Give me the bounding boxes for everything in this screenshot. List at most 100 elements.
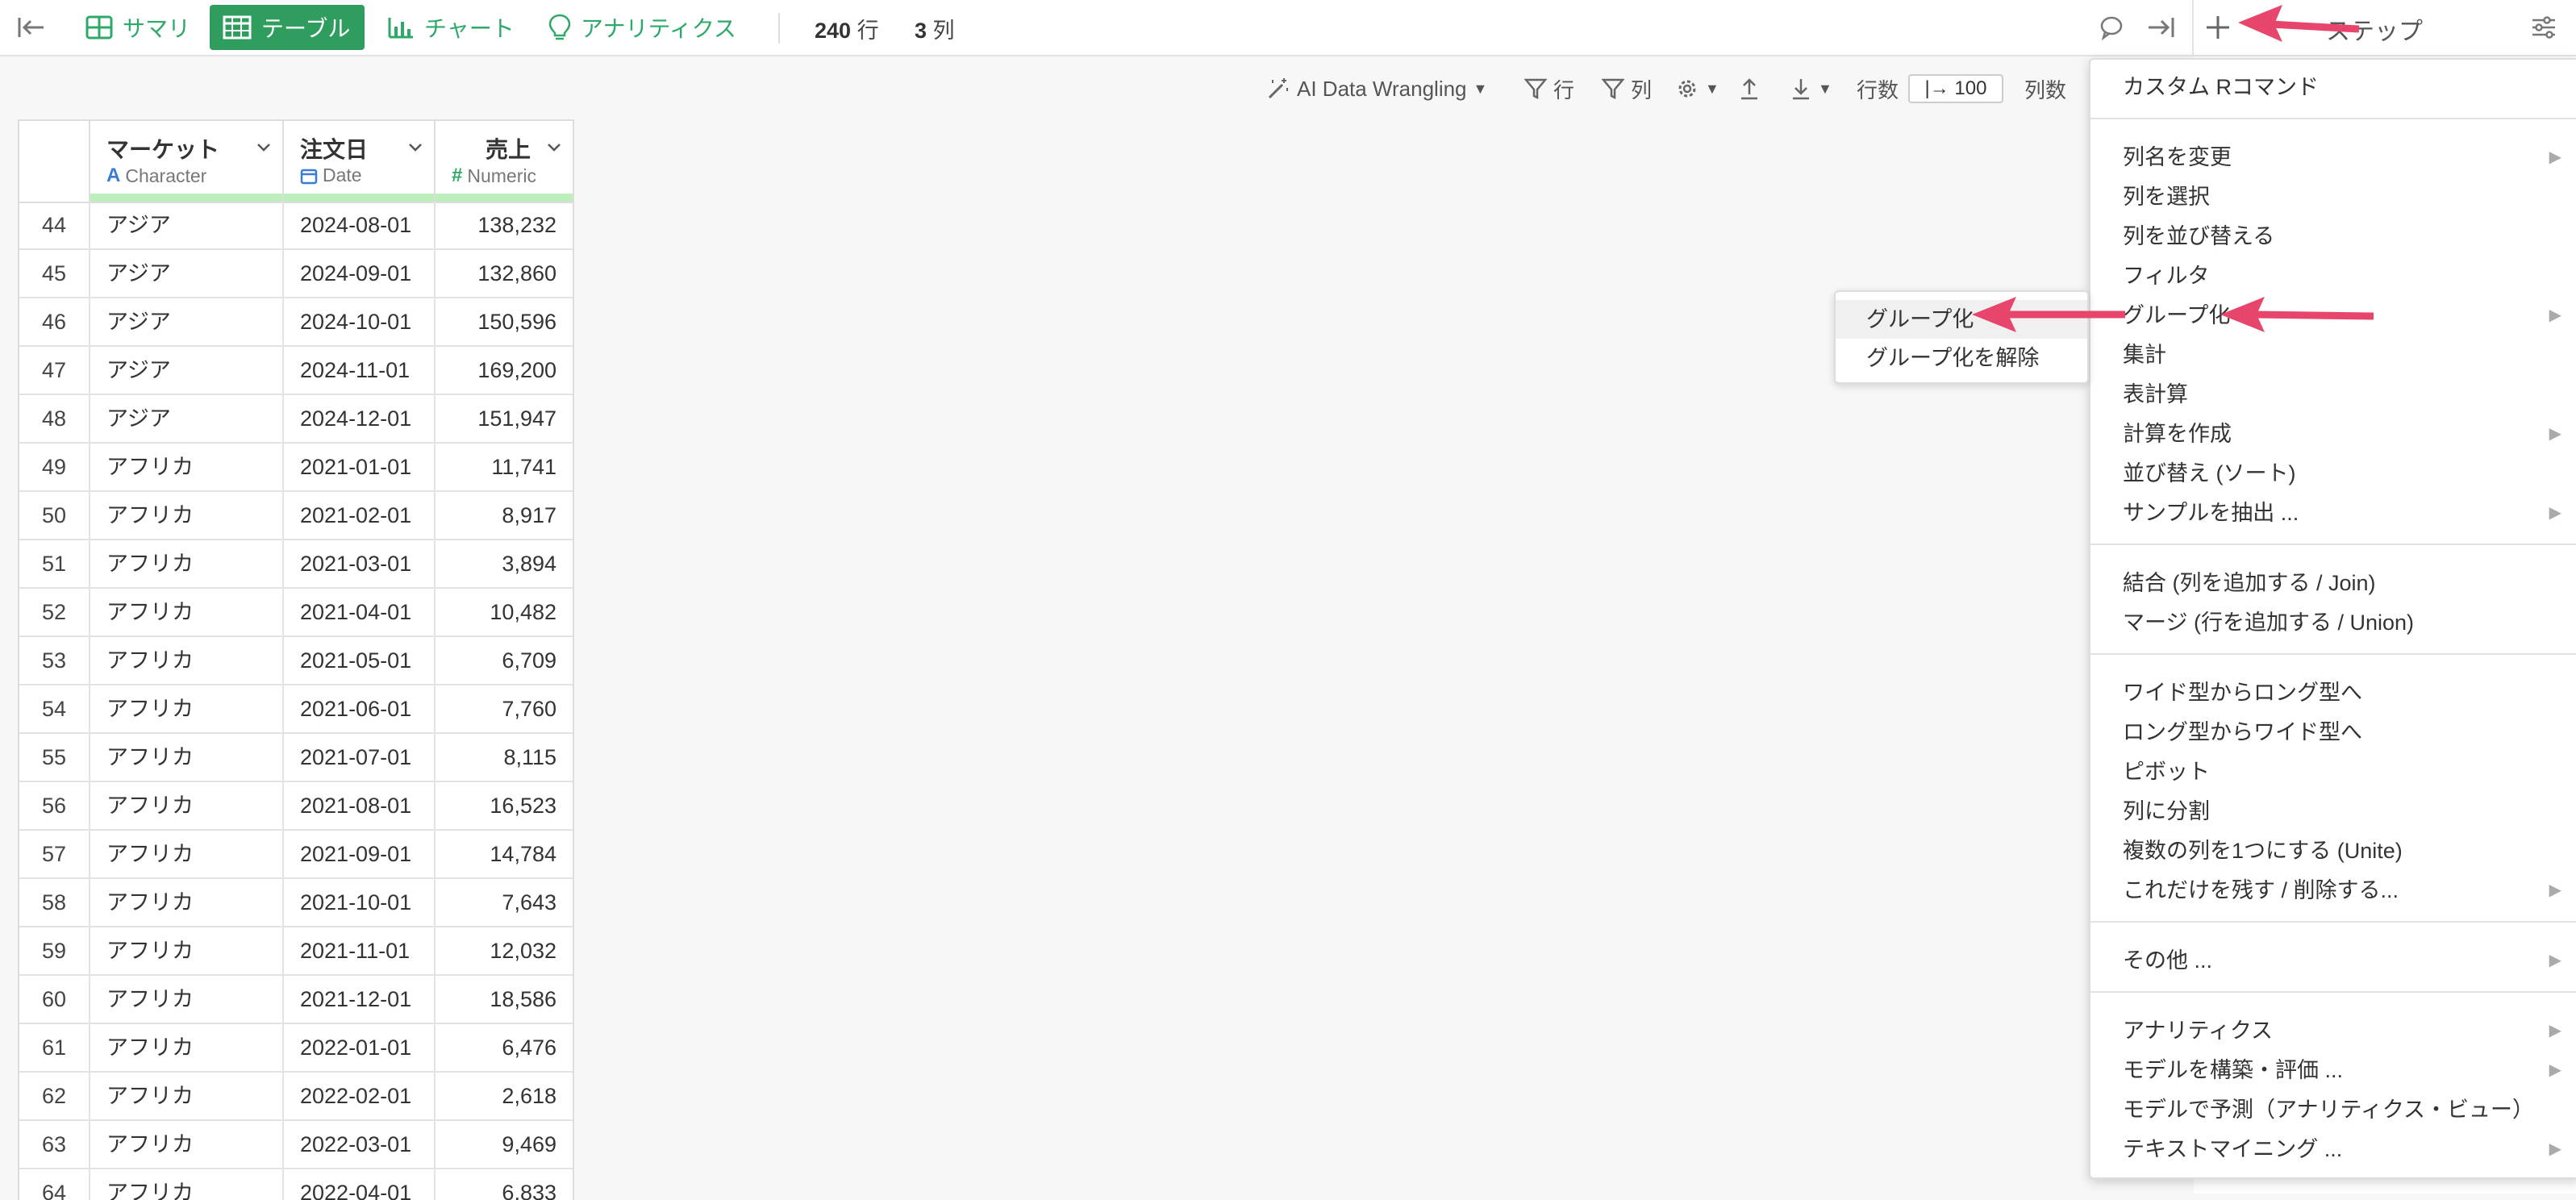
menu-item[interactable]: その他 ... ▶ [2090, 941, 2576, 980]
menu-item[interactable]: テキストマイニング ... ▶ [2090, 1130, 2576, 1169]
table-row: 46 アジア 2024-10-01 150,596 [19, 298, 573, 347]
menu-item[interactable]: モデルを構築・評価 ... ▶ [2090, 1051, 2576, 1090]
menu-item-label: モデルを構築・評価 ... [2123, 1058, 2344, 1082]
data-table: マーケット A Character 注文日 Date 売上 # Numeric … [18, 119, 574, 1200]
comment-icon[interactable] [2099, 15, 2124, 40]
table-row: 62 アフリカ 2022-02-01 2,618 [19, 1073, 573, 1121]
menu-item[interactable]: 列名を変更 ▶ [2090, 138, 2576, 177]
row-index: 46 [19, 298, 90, 347]
table-header: マーケット A Character 注文日 Date 売上 # Numeric [19, 121, 573, 203]
columns-label: 列数 [2024, 77, 2067, 102]
cell-order-date: 2021-05-01 [284, 637, 436, 685]
menu-item[interactable]: 列を選択 [2090, 177, 2576, 216]
menu-item[interactable]: 計算を作成 ▶ [2090, 415, 2576, 453]
settings-sliders-icon[interactable] [2529, 13, 2558, 42]
cell-sales: 7,643 [436, 879, 573, 927]
submenu-arrow-icon: ▶ [2549, 306, 2561, 324]
cell-market: アフリカ [90, 879, 284, 927]
cell-sales: 2,618 [436, 1073, 573, 1121]
filter-icon [1602, 78, 1624, 100]
cell-order-date: 2024-11-01 [284, 347, 436, 395]
column-header-market[interactable]: マーケット A Character [90, 121, 284, 202]
menu-item[interactable]: 集計 [2090, 335, 2576, 374]
menu-item[interactable]: グループ化 ▶ [2090, 296, 2576, 335]
menu-item-label: 列を選択 [2123, 185, 2210, 209]
cell-market: アジア [90, 395, 284, 444]
chevron-down-icon[interactable] [406, 139, 424, 156]
menu-item[interactable]: 列に分割 [2090, 792, 2576, 831]
tab-summary-label: サマリ [123, 16, 191, 41]
tab-analytics[interactable]: アナリティクス [536, 5, 749, 50]
cell-sales: 7,760 [436, 685, 573, 734]
menu-item[interactable]: マージ (行を追加する / Union) [2090, 603, 2576, 642]
settings-button[interactable]: ▼ [1676, 71, 1719, 106]
menu-item[interactable]: 並び替え (ソート) [2090, 454, 2576, 493]
filter-rows-button[interactable]: 行 [1524, 71, 1574, 106]
row-index: 55 [19, 734, 90, 782]
menu-item[interactable]: これだけを残す / 削除する... ▶ [2090, 871, 2576, 910]
index-header [19, 121, 90, 202]
cell-sales: 6,476 [436, 1024, 573, 1073]
cell-market: アフリカ [90, 782, 284, 831]
distribution-bar [436, 194, 573, 202]
cell-sales: 132,860 [436, 250, 573, 298]
column-header-order-date[interactable]: 注文日 Date [284, 121, 436, 202]
menu-item[interactable]: 結合 (列を追加する / Join) [2090, 564, 2576, 602]
row-index: 57 [19, 831, 90, 879]
download-button[interactable]: ▼ [1790, 71, 1832, 106]
tab-summary[interactable]: サマリ [73, 5, 203, 50]
submenu-item-ungroup[interactable]: グループ化を解除 [1836, 339, 2087, 377]
column-type: # Numeric [452, 165, 536, 187]
add-step-icon[interactable] [2202, 11, 2234, 44]
menu-item[interactable]: 複数の列を1つにする (Unite) [2090, 831, 2576, 870]
menu-item[interactable]: モデルで予測（アナリティクス・ビュー） [2090, 1090, 2576, 1129]
menu-item-label: グループ化 [2123, 303, 2231, 327]
table-row: 60 アフリカ 2021-12-01 18,586 [19, 976, 573, 1024]
column-header-sales[interactable]: 売上 # Numeric [436, 121, 573, 202]
submenu-item-group-by[interactable]: グループ化 [1836, 300, 2087, 339]
menu-item[interactable]: ピボット [2090, 752, 2576, 791]
table-row: 44 アジア 2024-08-01 138,232 [19, 202, 573, 250]
row-index: 48 [19, 395, 90, 444]
menu-item[interactable]: カスタム Rコマンド [2090, 68, 2576, 106]
menu-item-label: 列に分割 [2123, 799, 2210, 823]
row-index: 47 [19, 347, 90, 395]
menu-item[interactable]: フィルタ [2090, 256, 2576, 295]
menu-item[interactable]: アナリティクス ▶ [2090, 1011, 2576, 1050]
tab-analytics-label: アナリティクス [581, 16, 736, 41]
column-count: 3 列 [915, 13, 955, 44]
rows-limit-input[interactable]: |→ 100 [1908, 74, 2003, 103]
table-row: 51 アフリカ 2021-03-01 3,894 [19, 540, 573, 589]
cell-sales: 138,232 [436, 202, 573, 250]
cell-sales: 6,833 [436, 1169, 573, 1200]
table-icon [223, 15, 252, 40]
menu-item-label: 結合 (列を追加する / Join) [2123, 571, 2376, 595]
menu-item[interactable]: ワイド型からロング型へ [2090, 673, 2576, 712]
menu-item[interactable]: 列を並び替える [2090, 217, 2576, 256]
column-type-label: Character [125, 165, 207, 186]
menu-item[interactable]: サンプルを抽出 ... ▶ [2090, 494, 2576, 532]
menu-item[interactable]: ロング型からワイド型へ [2090, 713, 2576, 752]
menu-item-label: これだけを残す / 削除する... [2123, 878, 2399, 902]
upload-button[interactable] [1739, 71, 1766, 106]
chevron-down-icon[interactable] [545, 139, 563, 156]
collapse-left-icon[interactable] [15, 11, 47, 44]
chart-icon [388, 18, 413, 39]
cell-order-date: 2021-08-01 [284, 782, 436, 831]
expand-right-icon[interactable] [2145, 11, 2178, 44]
chevron-down-icon[interactable] [255, 139, 273, 156]
cell-sales: 169,200 [436, 347, 573, 395]
tab-table[interactable]: テーブル [210, 5, 365, 50]
cell-sales: 12,032 [436, 927, 573, 976]
submenu-arrow-icon: ▶ [2549, 952, 2561, 969]
filter-columns-button[interactable]: 列 [1602, 71, 1652, 106]
table-row: 61 アフリカ 2022-01-01 6,476 [19, 1024, 573, 1073]
cell-sales: 14,784 [436, 831, 573, 879]
tab-chart[interactable]: チャート [374, 5, 527, 50]
menu-item[interactable]: 表計算 [2090, 375, 2576, 414]
row-count-value: 240 [815, 19, 852, 43]
cell-order-date: 2021-12-01 [284, 976, 436, 1024]
summary-icon [85, 15, 113, 40]
ai-data-wrangling-button[interactable]: AI Data Wrangling ▼ [1266, 71, 1487, 106]
menu-item-label: 複数の列を1つにする (Unite) [2123, 839, 2403, 863]
